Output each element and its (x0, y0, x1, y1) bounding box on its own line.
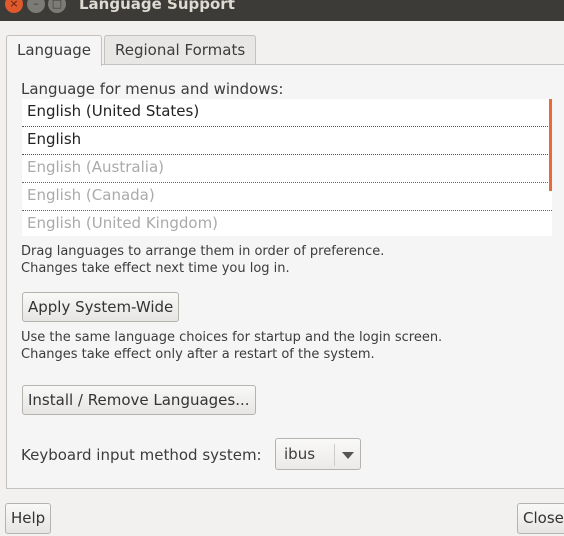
title-bar: × – □ Language Support (0, 0, 564, 21)
install-remove-languages-button[interactable]: Install / Remove Languages... (22, 385, 256, 415)
dropdown-separator (334, 444, 335, 466)
input-method-value: ibus (284, 445, 316, 463)
close-window-button[interactable]: × (5, 0, 23, 13)
tab-language[interactable]: Language (6, 35, 103, 66)
apply-hint: Use the same language choices for startu… (21, 330, 443, 345)
maximize-window-button[interactable]: □ (48, 0, 66, 13)
close-button[interactable]: Close (517, 503, 564, 534)
list-scrollbar[interactable] (549, 99, 552, 191)
drag-hint-2: Changes take effect next time you log in… (21, 261, 290, 276)
list-item[interactable]: English (Canada) (22, 183, 552, 211)
apply-system-wide-button[interactable]: Apply System-Wide (22, 292, 180, 322)
tab-regional-formats[interactable]: Regional Formats (104, 35, 257, 65)
apply-hint-2: Changes take effect only after a restart… (21, 347, 375, 362)
list-item[interactable]: English (United States) (22, 99, 552, 127)
language-list-label: Language for menus and windows: (21, 80, 284, 98)
chevron-down-icon (342, 452, 354, 459)
help-button[interactable]: Help (5, 503, 52, 534)
language-list[interactable]: English (United States) English English … (22, 99, 552, 236)
list-item[interactable]: English (Australia) (22, 155, 552, 183)
drag-hint: Drag languages to arrange them in order … (21, 244, 385, 259)
window-title: Language Support (79, 0, 235, 13)
list-item[interactable]: English (United Kingdom) (22, 211, 552, 239)
minimize-window-button[interactable]: – (27, 0, 45, 13)
list-item[interactable]: English (22, 127, 552, 155)
input-method-label: Keyboard input method system: (21, 446, 262, 464)
input-method-dropdown[interactable]: ibus (275, 438, 361, 470)
